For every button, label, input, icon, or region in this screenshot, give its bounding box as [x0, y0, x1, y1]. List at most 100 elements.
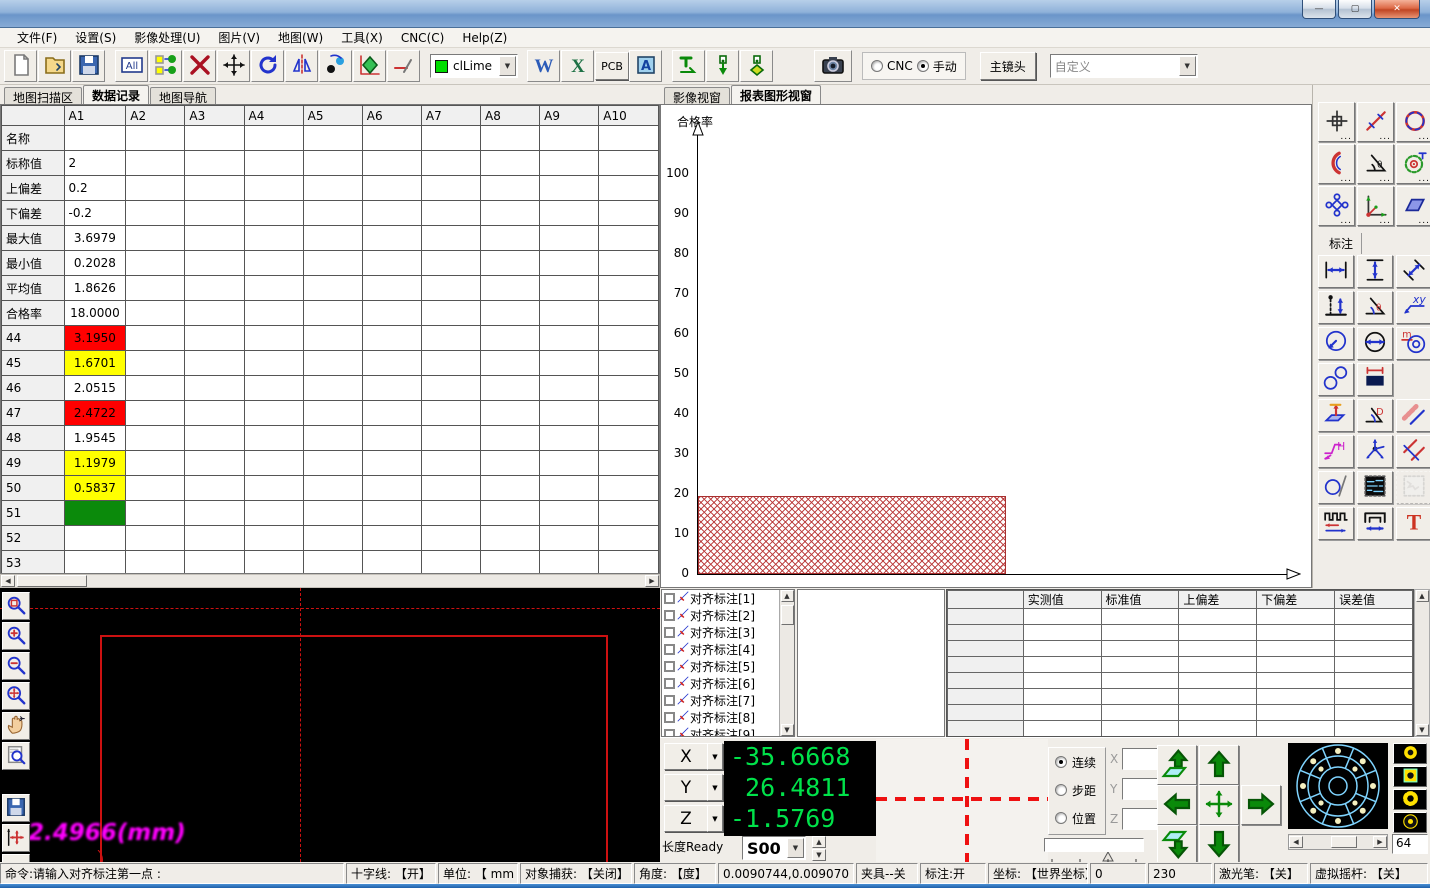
light-scroll-thumb[interactable]	[1331, 836, 1357, 848]
tab-2-report[interactable]: 报表图形视窗	[731, 85, 821, 104]
rotate-points-button[interactable]	[319, 50, 352, 82]
scroll-up-icon[interactable]: ▲	[781, 590, 794, 602]
save-file-button[interactable]	[72, 50, 105, 82]
restore-button[interactable]: ▢	[1338, 0, 1372, 19]
jog-mode-radio[interactable]	[1055, 784, 1067, 796]
image-canvas[interactable]: 2.4966(mm)	[0, 588, 660, 862]
color-selector-dropdown[interactable]: clLime ▼	[430, 54, 518, 78]
arrow-up-jog-button[interactable]	[1199, 745, 1239, 785]
jog-mode-radio[interactable]	[1055, 756, 1067, 768]
v-distance-tool-button[interactable]	[1357, 255, 1393, 288]
angle-d-tool-button[interactable]: D	[1357, 399, 1393, 432]
point-tool-button[interactable]: ...	[1318, 102, 1355, 142]
axis-z-dropdown[interactable]: ▼	[707, 805, 723, 832]
preset-dropdown[interactable]: 自定义 ▼	[1050, 54, 1198, 78]
jog-4way-jog-button[interactable]	[1199, 785, 1239, 825]
menu-item-3[interactable]: 影像处理(U)	[125, 27, 209, 48]
angle-tool-button[interactable]: θ...	[1357, 144, 1394, 184]
arrow-left-jog-button[interactable]	[1157, 785, 1197, 825]
checkbox[interactable]	[664, 678, 675, 689]
tab-3-left[interactable]: 地图导航	[150, 87, 216, 104]
point-3d-tool-button[interactable]	[1357, 435, 1393, 468]
scroll-up-icon[interactable]: ▲	[1416, 590, 1429, 602]
main-lens-button[interactable]: 主镜头	[980, 52, 1036, 80]
xy-coordinate-tool-button[interactable]: xy	[1396, 291, 1430, 324]
checkbox[interactable]	[664, 627, 675, 638]
text-label-tool-button[interactable]: T	[1396, 507, 1430, 540]
axis-x-button[interactable]: X	[664, 743, 708, 770]
diag-distance-tool-button[interactable]	[1396, 255, 1430, 288]
alignment-item-8[interactable]: 对齐标注[8]	[662, 709, 794, 726]
alignment-item-7[interactable]: 对齐标注[7]	[662, 692, 794, 709]
minimize-button[interactable]: —	[1302, 0, 1336, 19]
coordinate-system-tool-button[interactable]: ...	[1357, 186, 1394, 226]
cnc-radio[interactable]	[871, 60, 883, 72]
vscroll-thumb[interactable]	[781, 605, 794, 625]
new-file-button[interactable]	[4, 50, 37, 82]
menu-item-4[interactable]: 图片(V)	[209, 27, 269, 48]
axis-x-dropdown[interactable]: ▼	[707, 743, 723, 770]
plane-view-button[interactable]	[2, 854, 30, 862]
concentric-circle-tool-button[interactable]: ...	[1396, 144, 1430, 184]
light-scrollbar[interactable]: ◀ ▶	[1288, 834, 1388, 850]
menu-item-8[interactable]: Help(Z)	[453, 29, 516, 47]
diameter-tool-button[interactable]	[1357, 327, 1393, 360]
open-file-button[interactable]	[38, 50, 71, 82]
coaxial-light-button[interactable]	[1393, 812, 1427, 833]
rotate-button[interactable]	[251, 50, 284, 82]
annotation-tab[interactable]: 标注	[1321, 233, 1362, 254]
camera-capture-button[interactable]	[814, 50, 852, 82]
jog-mode-radio[interactable]	[1055, 812, 1067, 824]
checkbox[interactable]	[664, 644, 675, 655]
plane-height-tool-button[interactable]	[1318, 399, 1354, 432]
scroll-down-icon[interactable]: ▼	[1416, 724, 1429, 736]
menu-item-5[interactable]: 地图(W)	[269, 27, 332, 48]
menu-item-2[interactable]: 设置(S)	[66, 27, 125, 48]
alignment-list-scrollbar[interactable]: ▲ ▼	[779, 590, 794, 736]
checkbox[interactable]	[664, 661, 675, 672]
chevron-down-icon[interactable]: ▼	[499, 56, 516, 76]
step-height-tool-button[interactable]: H	[1318, 435, 1354, 468]
zoom-out-button[interactable]	[2, 652, 30, 680]
delete-button[interactable]	[183, 50, 216, 82]
parallel-distance-tool-button[interactable]	[1396, 399, 1430, 432]
mirror-button[interactable]	[285, 50, 318, 82]
pattern-disabled-tool-button[interactable]	[1396, 471, 1430, 504]
virtual-joystick[interactable]	[1288, 743, 1388, 829]
circle-line-tool-button[interactable]	[1318, 471, 1354, 504]
menu-item-7[interactable]: CNC(C)	[392, 29, 453, 47]
result-table-scrollbar[interactable]: ▲ ▼	[1414, 589, 1430, 737]
jog-mode-3[interactable]: 位置	[1049, 804, 1105, 832]
zoom-in-button[interactable]	[2, 622, 30, 650]
move-origin-button[interactable]	[2, 824, 30, 852]
spin-up-icon[interactable]: ▲	[812, 836, 826, 848]
axis-y-dropdown[interactable]: ▼	[707, 774, 723, 801]
checkbox[interactable]	[664, 610, 675, 621]
sort-elements-button[interactable]	[149, 50, 182, 82]
bracket-width-tool-button[interactable]	[1357, 507, 1393, 540]
z-up-jog-button[interactable]	[1157, 745, 1197, 785]
circle-tool-button[interactable]: ...	[1396, 102, 1430, 142]
tab-2-left[interactable]: 数据记录	[83, 85, 149, 104]
h-distance-tool-button[interactable]	[1318, 255, 1354, 288]
pan-button[interactable]	[2, 712, 30, 740]
zoom-extent-button[interactable]	[2, 682, 30, 710]
mark-circle-tool-button[interactable]: m	[1396, 327, 1430, 360]
ellipse-tool-button[interactable]: ...	[1318, 186, 1355, 226]
ring-light-full-button[interactable]	[1393, 743, 1427, 764]
arrow-down-jog-button[interactable]	[1199, 825, 1239, 865]
map-locate-button[interactable]: A	[629, 50, 662, 82]
checkbox[interactable]	[664, 729, 675, 737]
scroll-right-icon[interactable]: ▶	[1373, 836, 1387, 848]
alignment-item-5[interactable]: 对齐标注[5]	[662, 658, 794, 675]
point-height-tool-button[interactable]	[1318, 291, 1354, 324]
select-all-button[interactable]: All	[115, 50, 148, 82]
chevron-down-icon[interactable]: ▼	[787, 838, 804, 858]
probe-down-button[interactable]	[706, 50, 739, 82]
scroll-down-icon[interactable]: ▼	[781, 724, 794, 736]
spin-down-icon[interactable]: ▼	[812, 849, 826, 861]
alignment-item-9[interactable]: 对齐标注[9]	[662, 726, 794, 737]
checkbox[interactable]	[664, 712, 675, 723]
arc-tool-button[interactable]: ...	[1318, 144, 1355, 184]
axis-z-button[interactable]: Z	[664, 805, 708, 832]
